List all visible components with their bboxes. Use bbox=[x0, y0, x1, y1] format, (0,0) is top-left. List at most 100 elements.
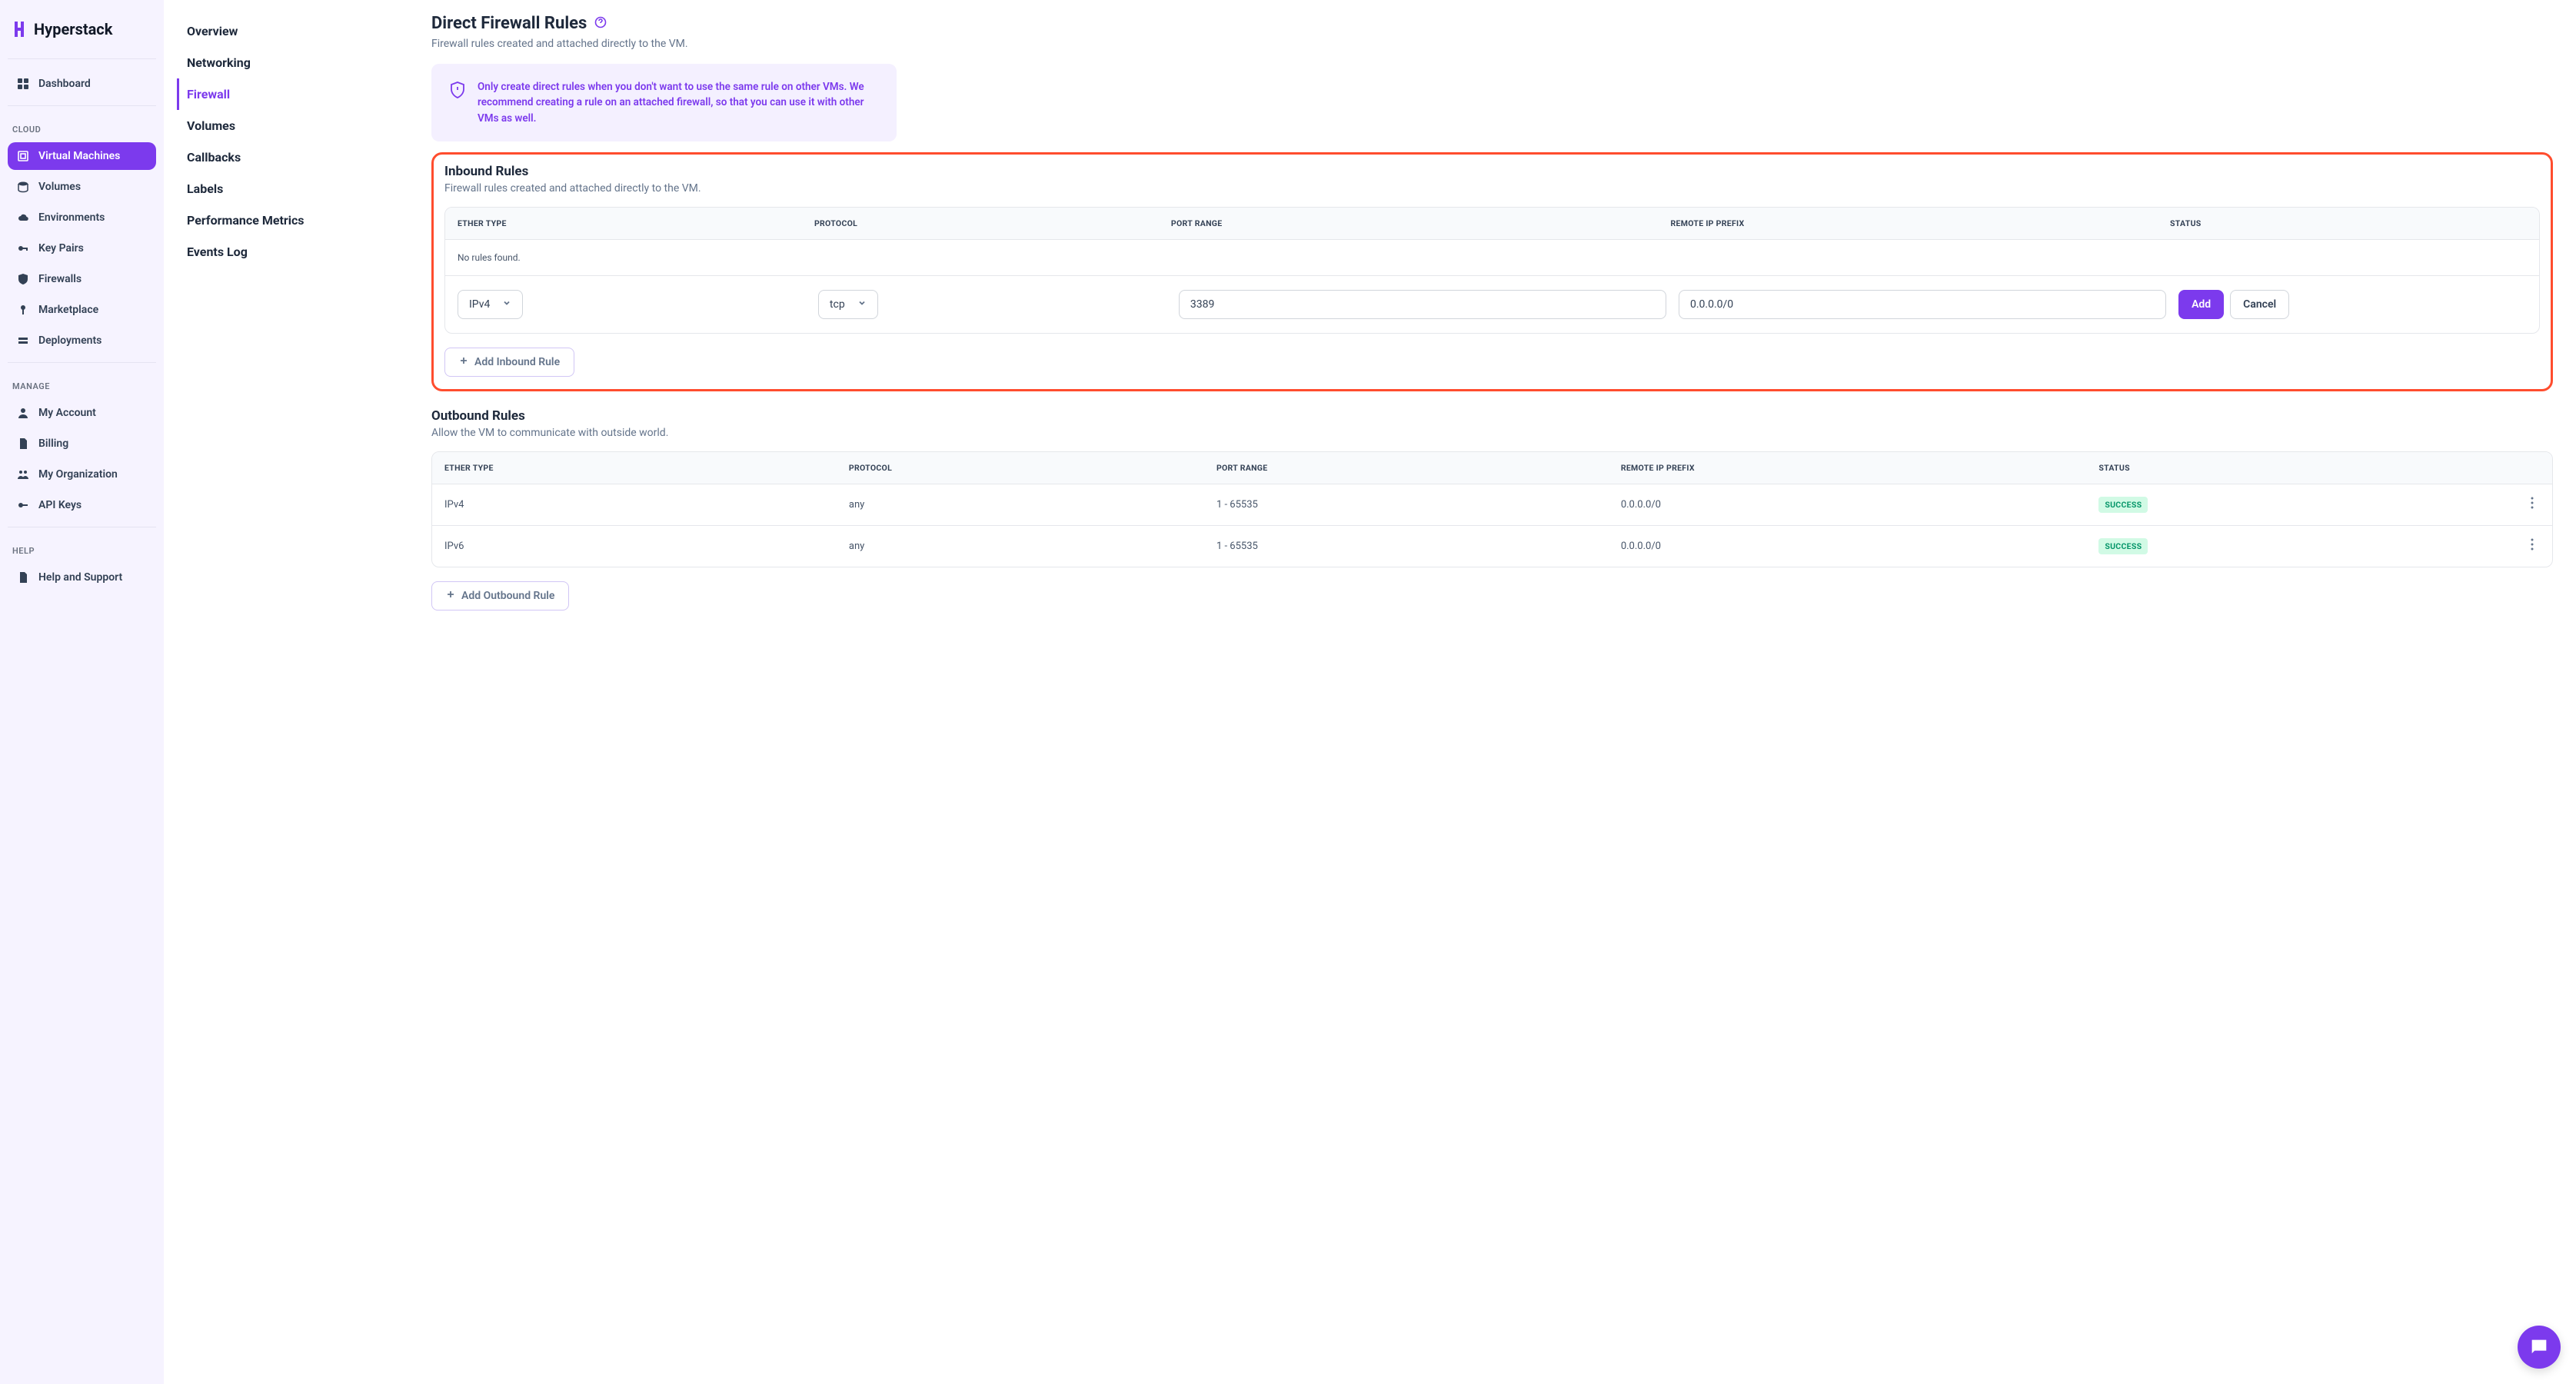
page-subtitle: Firewall rules created and attached dire… bbox=[431, 38, 2553, 50]
sidebar-section-help: HELP bbox=[8, 538, 156, 561]
protocol-value: tcp bbox=[830, 298, 845, 311]
chevron-down-icon bbox=[857, 298, 867, 311]
ether-type-select[interactable]: IPv4 bbox=[458, 290, 523, 319]
subnav-labels[interactable]: Labels bbox=[187, 173, 394, 205]
cancel-button[interactable]: Cancel bbox=[2230, 290, 2289, 319]
sidebar-item-label: Virtual Machines bbox=[38, 150, 120, 162]
billing-icon bbox=[17, 437, 29, 450]
add-inbound-rule-button[interactable]: Add Inbound Rule bbox=[444, 348, 574, 377]
inbound-table-header: ETHER TYPE PROTOCOL PORT RANGE REMOTE IP… bbox=[445, 208, 2539, 239]
cell-remote-ip: 0.0.0.0/0 bbox=[1621, 541, 2099, 552]
row-menu-icon[interactable] bbox=[2531, 538, 2540, 554]
sidebar-item-help-support[interactable]: Help and Support bbox=[8, 564, 156, 591]
volumes-icon bbox=[17, 181, 29, 193]
add-button[interactable]: Add bbox=[2178, 290, 2224, 319]
inbound-subtitle: Firewall rules created and attached dire… bbox=[444, 182, 2540, 195]
outbound-row: IPv4 any 1 - 65535 0.0.0.0/0 SUCCESS bbox=[432, 484, 2552, 525]
sidebar-item-dashboard[interactable]: Dashboard bbox=[8, 70, 156, 98]
plus-icon bbox=[446, 590, 455, 602]
col-status: STATUS bbox=[2098, 463, 2540, 473]
sidebar-item-label: Firewalls bbox=[38, 273, 82, 285]
col-remote-ip: REMOTE IP PREFIX bbox=[1621, 463, 2099, 473]
protocol-select[interactable]: tcp bbox=[818, 290, 878, 319]
sidebar-item-label: API Keys bbox=[38, 499, 82, 511]
org-icon bbox=[17, 468, 29, 481]
vm-icon bbox=[17, 150, 29, 162]
info-banner-text: Only create direct rules when you don't … bbox=[478, 79, 880, 126]
subnav-overview[interactable]: Overview bbox=[187, 15, 394, 47]
col-protocol: PROTOCOL bbox=[814, 218, 1171, 228]
cell-port-range: 1 - 65535 bbox=[1216, 499, 1621, 511]
brand: Hyperstack bbox=[8, 14, 156, 51]
sidebar-item-deployments[interactable]: Deployments bbox=[8, 327, 156, 354]
port-range-input[interactable] bbox=[1179, 290, 1666, 319]
sidebar-item-label: My Organization bbox=[38, 468, 118, 481]
sidebar-item-volumes[interactable]: Volumes bbox=[8, 173, 156, 201]
sidebar-item-label: Billing bbox=[38, 437, 68, 450]
subnav-callbacks[interactable]: Callbacks bbox=[187, 141, 394, 173]
sidebar-item-environments[interactable]: Environments bbox=[8, 204, 156, 231]
row-menu-icon[interactable] bbox=[2531, 497, 2540, 512]
col-status: STATUS bbox=[2170, 218, 2527, 228]
cell-ether-type: IPv6 bbox=[444, 541, 849, 552]
sidebar: Hyperstack Dashboard CLOUD Virtual Machi… bbox=[0, 0, 164, 1384]
add-inbound-rule-label: Add Inbound Rule bbox=[474, 356, 560, 368]
outbound-section: Outbound Rules Allow the VM to communica… bbox=[431, 408, 2553, 610]
add-outbound-rule-button[interactable]: Add Outbound Rule bbox=[431, 581, 569, 610]
cell-protocol: any bbox=[849, 499, 1216, 511]
sidebar-item-key-pairs[interactable]: Key Pairs bbox=[8, 235, 156, 262]
info-banner: Only create direct rules when you don't … bbox=[431, 64, 897, 141]
shield-icon bbox=[17, 273, 29, 285]
col-remote-ip: REMOTE IP PREFIX bbox=[1670, 218, 2170, 228]
inbound-empty-message: No rules found. bbox=[445, 239, 2539, 275]
cell-protocol: any bbox=[849, 541, 1216, 552]
sidebar-item-my-account[interactable]: My Account bbox=[8, 399, 156, 427]
sidebar-section-cloud: CLOUD bbox=[8, 117, 156, 139]
col-ether-type: ETHER TYPE bbox=[458, 218, 814, 228]
status-badge: SUCCESS bbox=[2098, 497, 2148, 513]
subnav-firewall[interactable]: Firewall bbox=[177, 78, 394, 110]
marketplace-icon bbox=[17, 304, 29, 316]
sidebar-item-label: Marketplace bbox=[38, 304, 98, 316]
remote-ip-input[interactable] bbox=[1679, 290, 2166, 319]
sidebar-item-my-organization[interactable]: My Organization bbox=[8, 461, 156, 488]
subnav: Overview Networking Firewall Volumes Cal… bbox=[164, 0, 418, 1384]
outbound-table-header: ETHER TYPE PROTOCOL PORT RANGE REMOTE IP… bbox=[432, 452, 2552, 484]
sidebar-item-virtual-machines[interactable]: Virtual Machines bbox=[8, 142, 156, 170]
outbound-subtitle: Allow the VM to communicate with outside… bbox=[431, 427, 2553, 439]
inbound-section: Inbound Rules Firewall rules created and… bbox=[431, 152, 2553, 391]
help-circle-icon[interactable] bbox=[594, 16, 607, 32]
outbound-row: IPv6 any 1 - 65535 0.0.0.0/0 SUCCESS bbox=[432, 525, 2552, 567]
shield-alert-icon bbox=[448, 81, 467, 102]
cell-remote-ip: 0.0.0.0/0 bbox=[1621, 499, 2099, 511]
outbound-rules-table: ETHER TYPE PROTOCOL PORT RANGE REMOTE IP… bbox=[431, 451, 2553, 567]
sidebar-item-api-keys[interactable]: API Keys bbox=[8, 491, 156, 519]
sidebar-item-label: Deployments bbox=[38, 334, 102, 347]
sidebar-item-label: Environments bbox=[38, 211, 105, 224]
sidebar-item-label: My Account bbox=[38, 407, 96, 419]
subnav-events-log[interactable]: Events Log bbox=[187, 236, 394, 268]
brand-logo-icon bbox=[12, 20, 26, 38]
chevron-down-icon bbox=[502, 298, 511, 311]
main-content: Direct Firewall Rules Firewall rules cre… bbox=[418, 0, 2576, 1384]
key-icon bbox=[17, 242, 29, 255]
chat-widget-button[interactable] bbox=[2518, 1326, 2561, 1369]
user-icon bbox=[17, 407, 29, 419]
sidebar-item-label: Help and Support bbox=[38, 571, 122, 584]
sidebar-item-label: Key Pairs bbox=[38, 242, 84, 255]
outbound-title: Outbound Rules bbox=[431, 408, 2553, 424]
col-port-range: PORT RANGE bbox=[1216, 463, 1621, 473]
sidebar-item-billing[interactable]: Billing bbox=[8, 430, 156, 457]
cell-port-range: 1 - 65535 bbox=[1216, 541, 1621, 552]
dashboard-icon bbox=[17, 78, 29, 90]
sidebar-item-firewalls[interactable]: Firewalls bbox=[8, 265, 156, 293]
sidebar-item-label: Dashboard bbox=[38, 78, 91, 90]
sidebar-item-label: Volumes bbox=[38, 181, 81, 193]
inbound-rules-table: ETHER TYPE PROTOCOL PORT RANGE REMOTE IP… bbox=[444, 207, 2540, 334]
subnav-performance-metrics[interactable]: Performance Metrics bbox=[187, 205, 394, 236]
sidebar-section-manage: MANAGE bbox=[8, 374, 156, 396]
subnav-networking[interactable]: Networking bbox=[187, 47, 394, 78]
subnav-volumes[interactable]: Volumes bbox=[187, 110, 394, 141]
status-badge: SUCCESS bbox=[2098, 538, 2148, 554]
sidebar-item-marketplace[interactable]: Marketplace bbox=[8, 296, 156, 324]
